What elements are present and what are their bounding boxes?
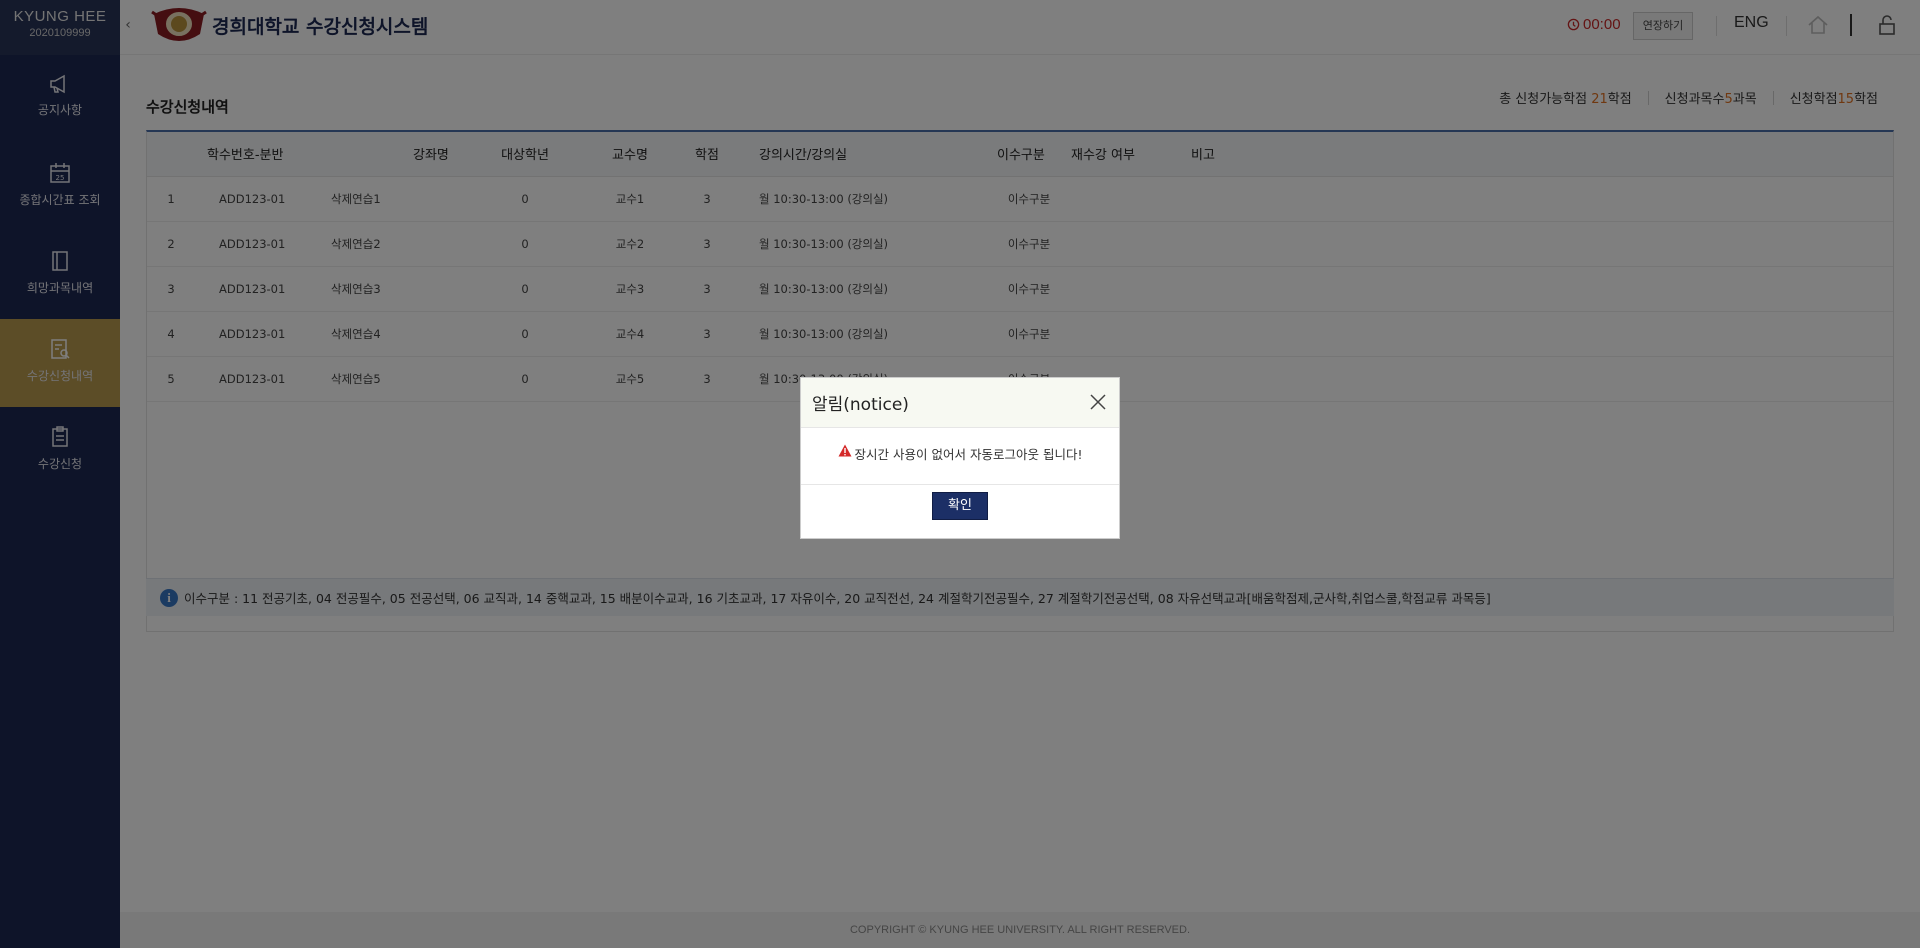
dialog-title: 알림(notice) <box>812 395 909 415</box>
dialog-header: 알림(notice) <box>801 378 1119 428</box>
notice-dialog: 알림(notice) 장시간 사용이 없어서 자동로그아웃 됩니다! 확인 <box>800 377 1120 539</box>
close-icon[interactable] <box>1089 393 1107 411</box>
warning-icon <box>838 444 852 457</box>
dialog-body: 장시간 사용이 없어서 자동로그아웃 됩니다! <box>801 428 1119 485</box>
dialog-footer: 확인 <box>801 485 1119 520</box>
confirm-button[interactable]: 확인 <box>932 492 988 520</box>
dialog-message: 장시간 사용이 없어서 자동로그아웃 됩니다! <box>854 447 1083 462</box>
